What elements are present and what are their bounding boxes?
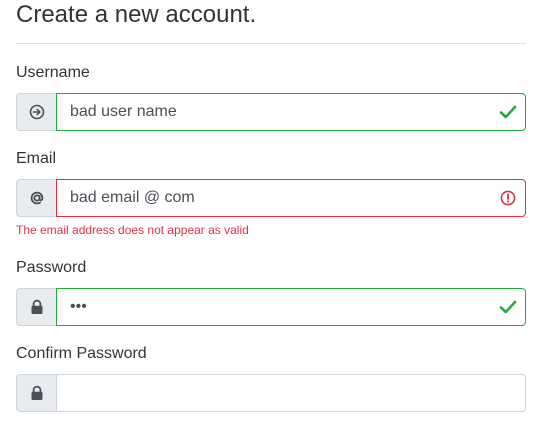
sign-in-icon xyxy=(16,93,56,131)
error-alert-icon xyxy=(499,189,517,207)
confirm-password-label: Confirm Password xyxy=(16,345,147,362)
lock-icon xyxy=(16,374,56,412)
email-input[interactable] xyxy=(56,179,526,217)
lock-icon xyxy=(16,288,56,326)
password-input-wrap xyxy=(56,288,526,326)
password-label: Password xyxy=(16,259,87,276)
page-title: Create a new account. xyxy=(16,1,257,28)
username-label: Username xyxy=(16,64,90,81)
username-input[interactable] xyxy=(56,93,526,131)
title-divider xyxy=(16,43,526,44)
email-input-group xyxy=(16,179,526,217)
email-input-wrap xyxy=(56,179,526,217)
email-error-message: The email address does not appear as val… xyxy=(16,223,249,237)
confirm-password-input[interactable] xyxy=(56,374,526,412)
password-input[interactable] xyxy=(56,288,526,326)
confirm-password-input-wrap xyxy=(56,374,526,412)
confirm-password-input-group xyxy=(16,374,526,412)
valid-check-icon xyxy=(499,103,517,121)
create-account-form: Create a new account. Username Email xyxy=(0,0,538,431)
username-input-wrap xyxy=(56,93,526,131)
valid-check-icon xyxy=(499,298,517,316)
password-input-group xyxy=(16,288,526,326)
username-input-group xyxy=(16,93,526,131)
email-label: Email xyxy=(16,150,57,167)
at-icon xyxy=(16,179,56,217)
